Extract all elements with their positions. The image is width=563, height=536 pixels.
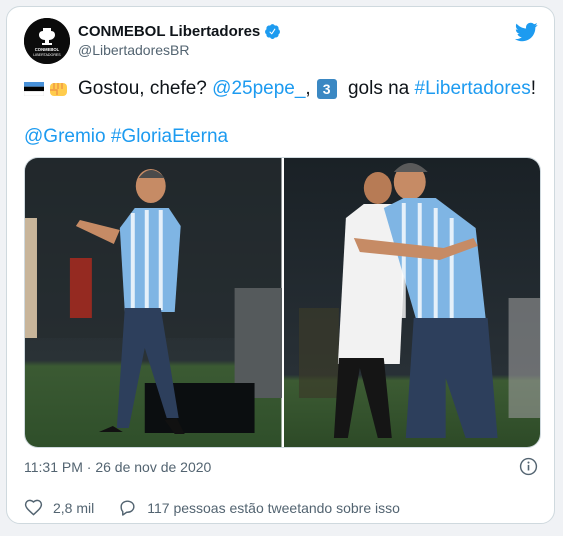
author-name[interactable]: CONMEBOL Libertadores — [78, 23, 260, 40]
twitter-bird-icon[interactable] — [514, 20, 538, 44]
tweet-text-exclaim: ! — [530, 78, 537, 99]
fist-emoji-icon — [50, 83, 67, 96]
tweet-text-comma: , — [305, 78, 311, 99]
tweet-card[interactable]: CONMEBOL LIBERTADORES CONMEBOL Libertado… — [6, 6, 555, 524]
svg-text:CONMEBOL: CONMEBOL — [35, 47, 60, 52]
tweet-timestamp[interactable]: 11:31 PM · 26 de nov de 2020 — [24, 459, 211, 475]
photo-hug — [283, 158, 540, 447]
hashtag-gloriaeterna-link[interactable]: #GloriaEterna — [111, 125, 228, 149]
tweet-actions: 2,8 mil 117 pessoas estão tweetando sobr… — [24, 498, 424, 517]
tweet-text-prefix: Gostou, chefe? — [78, 78, 213, 99]
mention-gremio-link[interactable]: @Gremio — [24, 125, 106, 149]
like-count: 2,8 mil — [53, 499, 95, 516]
tweeting-about-text: 117 pessoas estão tweetando sobre isso — [147, 499, 400, 516]
photo-right[interactable] — [283, 158, 540, 447]
photo-left[interactable] — [25, 158, 282, 447]
heart-icon — [24, 499, 43, 516]
photo-handshake — [25, 158, 282, 447]
keycap-3-icon: 3 — [316, 79, 337, 99]
tweet-media[interactable] — [24, 157, 541, 448]
mention-pepe-link[interactable]: @25pepe_ — [212, 77, 305, 101]
verified-badge-icon — [265, 24, 281, 39]
hashtag-libertadores-link[interactable]: #Libertadores — [415, 77, 531, 101]
like-button[interactable]: 2,8 mil — [24, 498, 94, 517]
tweet-text: Gostou, chefe? @25pepe_ , 3 gols na #Lib… — [24, 77, 544, 149]
info-icon[interactable] — [519, 457, 538, 476]
tweeting-about-button[interactable]: 117 pessoas estão tweetando sobre isso — [118, 498, 400, 517]
author-handle[interactable]: @LibertadoresBR — [78, 42, 190, 58]
estonia-flag-icon — [24, 82, 44, 96]
conmebol-logo-icon: CONMEBOL LIBERTADORES — [24, 18, 70, 64]
tweet-text-middle: gols na — [342, 78, 415, 99]
reply-icon — [120, 500, 135, 516]
avatar[interactable]: CONMEBOL LIBERTADORES — [24, 18, 70, 64]
svg-text:LIBERTADORES: LIBERTADORES — [33, 53, 61, 57]
